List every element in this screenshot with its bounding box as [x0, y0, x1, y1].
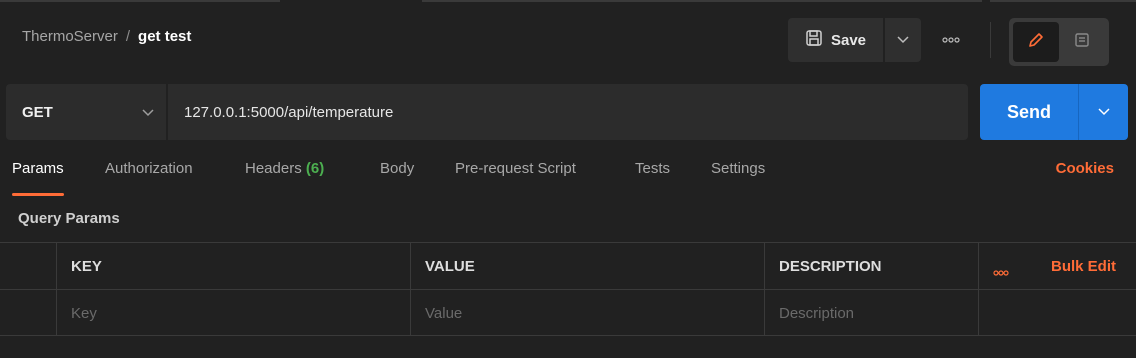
bulk-edit-link[interactable]: Bulk Edit [1051, 258, 1116, 275]
description-column-header: DESCRIPTION [765, 243, 979, 289]
breadcrumb-collection[interactable]: ThermoServer [22, 28, 118, 45]
more-icon [942, 31, 960, 49]
send-button[interactable]: Send [980, 84, 1078, 140]
tab-label: Body [380, 160, 415, 177]
key-input[interactable]: Key [57, 290, 411, 336]
tab-label: Tests [635, 160, 671, 177]
save-group: Save [788, 18, 921, 62]
save-options-button[interactable] [885, 18, 921, 62]
query-params-table: KEY VALUE DESCRIPTION Bulk Edit Key Valu… [0, 242, 1136, 336]
tab-strip-segment [422, 0, 982, 2]
tab-authorization[interactable]: Authorization [105, 160, 193, 196]
column-options-icon[interactable] [993, 263, 1009, 280]
breadcrumb-separator: / [125, 28, 131, 45]
send-options-button[interactable] [1079, 84, 1128, 140]
active-tab-indicator [12, 193, 64, 196]
chevron-down-icon [897, 31, 909, 49]
header-divider [990, 22, 991, 58]
tab-settings[interactable]: Settings [711, 160, 765, 196]
value-input[interactable]: Value [411, 290, 765, 336]
save-label: Save [830, 31, 867, 49]
tab-label: Params [12, 160, 64, 177]
tab-params[interactable]: Params [12, 160, 64, 196]
tab-label: Authorization [105, 160, 193, 177]
save-button[interactable]: Save [788, 18, 883, 62]
breadcrumb: ThermoServer / get test [22, 28, 191, 45]
pencil-icon [1027, 31, 1045, 54]
checkbox-column-header [0, 243, 57, 289]
tab-strip-segment [0, 0, 280, 2]
edit-mode-button[interactable] [1013, 22, 1059, 62]
row-actions-cell [979, 290, 1136, 336]
headers-count: (6) [305, 160, 325, 177]
tab-pre-request-script[interactable]: Pre-request Script [455, 160, 576, 196]
tab-label: Headers [245, 160, 302, 177]
postman-request-view: ThermoServer / get test Save GET 127.0.0… [0, 0, 1136, 358]
value-column-header: VALUE [411, 243, 765, 289]
chevron-down-icon [142, 104, 154, 122]
table-actions-header: Bulk Edit [979, 243, 1136, 289]
save-icon [805, 29, 823, 51]
view-mode-toggle [1009, 18, 1109, 66]
tab-headers[interactable]: Headers (6) [245, 160, 324, 196]
row-checkbox-cell [0, 290, 57, 336]
method-select[interactable]: GET [6, 84, 166, 140]
document-icon [1073, 31, 1091, 54]
chevron-down-icon [1097, 103, 1110, 121]
tab-label: Settings [711, 160, 766, 177]
send-button-group: Send [980, 84, 1128, 140]
method-label: GET [22, 103, 53, 121]
description-input[interactable]: Description [765, 290, 979, 336]
tab-body[interactable]: Body [380, 160, 414, 196]
key-column-header: KEY [57, 243, 411, 289]
request-header: ThermoServer / get test Save [0, 4, 1136, 70]
request-tabs: Params Authorization Headers (6) Body Pr… [0, 160, 1136, 200]
documentation-mode-button[interactable] [1059, 22, 1105, 62]
more-options-button[interactable] [932, 30, 970, 50]
query-params-title: Query Params [18, 210, 120, 227]
tab-label: Pre-request Script [455, 160, 576, 177]
breadcrumb-request-name[interactable]: get test [138, 28, 191, 45]
request-line: GET 127.0.0.1:5000/api/temperature Send [6, 84, 1128, 140]
table-row: Key Value Description [0, 289, 1136, 336]
tab-strip-segment [990, 0, 1136, 2]
url-input[interactable]: 127.0.0.1:5000/api/temperature [168, 84, 968, 140]
cookies-link[interactable]: Cookies [1056, 160, 1114, 177]
table-header-row: KEY VALUE DESCRIPTION Bulk Edit [0, 242, 1136, 289]
tab-tests[interactable]: Tests [635, 160, 670, 196]
